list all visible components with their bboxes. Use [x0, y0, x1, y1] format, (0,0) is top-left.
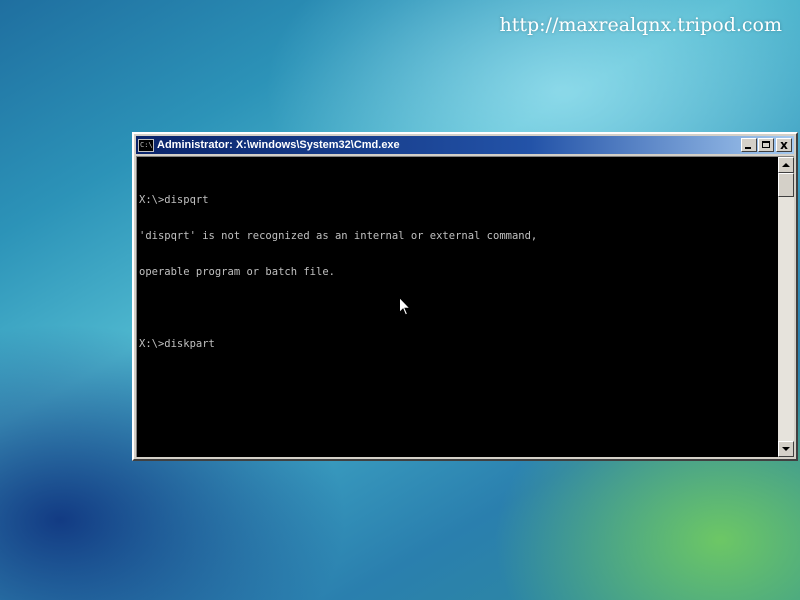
console-client-area: X:\>dispqrt 'dispqrt' is not recognized … — [136, 156, 794, 457]
maximize-button[interactable] — [758, 138, 774, 152]
cmd-window[interactable]: C:\ Administrator: X:\windows\System32\C… — [132, 132, 798, 461]
arrow-up-icon — [782, 163, 790, 167]
console-output[interactable]: X:\>dispqrt 'dispqrt' is not recognized … — [137, 157, 778, 457]
minimize-icon — [745, 147, 751, 149]
mouse-pointer-icon — [399, 297, 411, 316]
window-title: Administrator: X:\windows\System32\Cmd.e… — [157, 139, 400, 151]
arrow-down-icon — [782, 447, 790, 451]
maximize-icon — [762, 141, 770, 148]
console-line: X:\>dispqrt — [139, 194, 209, 206]
scroll-up-button[interactable] — [778, 157, 794, 173]
minimize-button[interactable] — [741, 138, 757, 152]
title-bar[interactable]: C:\ Administrator: X:\windows\System32\C… — [136, 136, 794, 154]
watermark-url: http://maxrealqnx.tripod.com — [499, 14, 782, 36]
cmd-app-icon[interactable]: C:\ — [138, 138, 154, 152]
vertical-scrollbar[interactable] — [778, 157, 794, 457]
scroll-down-button[interactable] — [778, 441, 794, 457]
close-icon: x — [780, 138, 788, 152]
console-line: 'dispqrt' is not recognized as an intern… — [139, 230, 538, 242]
console-line: X:\>diskpart — [139, 338, 215, 350]
scroll-thumb[interactable] — [778, 173, 794, 197]
console-line: operable program or batch file. — [139, 266, 335, 278]
close-button[interactable]: x — [776, 138, 792, 152]
